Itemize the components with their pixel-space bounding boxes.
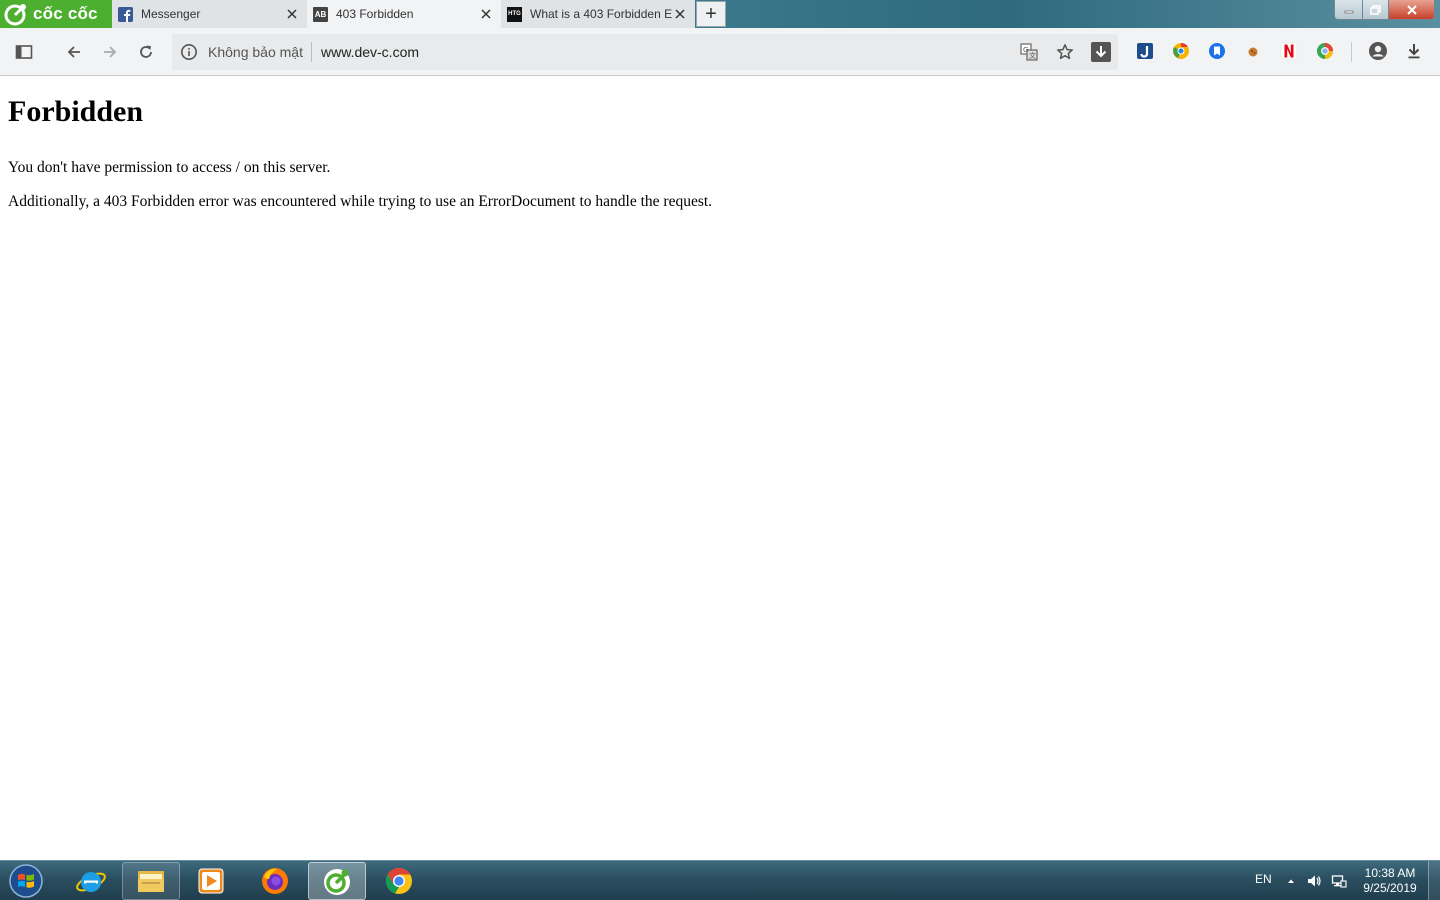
coccoc-icon <box>324 869 350 895</box>
speaker-icon <box>1308 875 1321 887</box>
color-wheel-icon <box>1317 43 1333 59</box>
coccoc-menu-button[interactable]: cốc cốc <box>0 0 112 28</box>
download-icon <box>1408 44 1420 59</box>
download-box-icon <box>1091 42 1111 62</box>
close-icon <box>1406 4 1417 15</box>
reload-icon <box>140 45 152 58</box>
profile-button[interactable] <box>1368 41 1388 61</box>
address-bar[interactable]: Không bảo mật www.dev-c.com G文 <box>172 34 1118 70</box>
reload-button[interactable] <box>134 40 158 64</box>
back-button[interactable] <box>62 40 86 64</box>
minimize-button[interactable] <box>1334 0 1363 20</box>
star-icon <box>1057 44 1073 60</box>
volume-button[interactable] <box>1306 873 1322 889</box>
close-window-button[interactable] <box>1388 0 1435 20</box>
internet-explorer-icon <box>76 872 106 892</box>
extension-cookie[interactable] <box>1243 41 1263 61</box>
extension-netflix[interactable] <box>1279 41 1299 61</box>
windows-logo-icon <box>9 864 43 898</box>
j-extension-icon <box>1137 43 1153 59</box>
sidebar-toggle-button[interactable] <box>12 40 36 64</box>
chrome-icon <box>385 867 412 894</box>
clock-date: 9/25/2019 <box>1363 881 1417 895</box>
start-button[interactable] <box>4 862 48 900</box>
savior-download-button[interactable] <box>1089 40 1113 64</box>
bookmark-button[interactable] <box>1053 40 1077 64</box>
chevron-up-icon <box>1288 879 1294 883</box>
arrow-left-icon <box>67 46 80 58</box>
clock-time: 10:38 AM <box>1364 866 1416 880</box>
system-clock[interactable]: 10:38 AM 9/25/2019 <box>1356 866 1424 896</box>
taskbar-firefox[interactable] <box>246 862 304 900</box>
windows-taskbar: EN 10:38 AM 9/25/2019 <box>0 860 1440 900</box>
coccoc-logo-icon <box>4 4 26 26</box>
downloads-button[interactable] <box>1404 41 1424 61</box>
arrow-right-icon <box>104 46 117 58</box>
error-message: You don't have permission to access / on… <box>8 159 331 176</box>
account-icon <box>1369 42 1387 60</box>
taskbar-chrome[interactable] <box>370 862 428 900</box>
browser-toolbar: Không bảo mật www.dev-c.com G文 <box>0 28 1440 76</box>
taskbar-coccoc[interactable] <box>308 862 366 900</box>
chrome-extension-icon <box>1173 42 1189 59</box>
folder-icon <box>138 871 164 892</box>
forward-button[interactable] <box>98 40 122 64</box>
svg-text:G: G <box>1023 46 1028 54</box>
toolbar-separator <box>1351 42 1352 62</box>
maximize-button[interactable] <box>1362 0 1389 20</box>
svg-text:文: 文 <box>1029 51 1036 60</box>
taskbar-file-explorer[interactable] <box>122 862 180 900</box>
ab-icon: AB <box>313 6 328 22</box>
tab-title: Messenger <box>141 7 201 21</box>
network-icon <box>1331 875 1347 888</box>
show-desktop-button[interactable] <box>1428 861 1440 900</box>
netflix-icon <box>1280 42 1298 60</box>
cookie-icon <box>1248 47 1258 57</box>
blue-badge-icon <box>1209 43 1225 59</box>
network-button[interactable] <box>1331 873 1347 889</box>
htg-icon: HTG <box>507 6 522 22</box>
extension-chrome-color[interactable] <box>1171 41 1191 61</box>
facebook-icon <box>118 6 133 22</box>
taskbar-media-player[interactable] <box>182 862 240 900</box>
show-hidden-icons-button[interactable] <box>1283 873 1299 889</box>
minimize-icon <box>1344 10 1353 13</box>
tab-title: 403 Forbidden <box>336 7 414 21</box>
translate-button[interactable]: G文 <box>1017 40 1041 64</box>
tab-messenger[interactable]: Messenger <box>112 0 307 28</box>
firefox-icon <box>262 868 288 894</box>
taskbar-internet-explorer[interactable] <box>62 862 120 900</box>
tab-title: What is a 403 Forbidden E <box>530 7 673 21</box>
extension-j[interactable] <box>1135 41 1155 61</box>
tab-403-forbidden[interactable]: AB 403 Forbidden <box>307 0 501 28</box>
tab-what-is-403[interactable]: HTG What is a 403 Forbidden E <box>501 0 695 28</box>
error-detail: Additionally, a 403 Forbidden error was … <box>8 193 713 210</box>
restore-icon <box>1370 4 1381 15</box>
extension-google-color[interactable] <box>1315 41 1335 61</box>
page-heading: Forbidden <box>8 95 144 128</box>
divider <box>311 42 312 62</box>
brand-name: cốc cốc <box>33 4 98 23</box>
close-tab-icon[interactable] <box>673 7 687 21</box>
new-tab-button[interactable]: + <box>696 1 726 27</box>
sidebar-icon <box>15 45 33 59</box>
translate-icon: G文 <box>1020 43 1038 61</box>
close-tab-icon[interactable] <box>479 7 493 21</box>
media-player-icon <box>198 868 224 894</box>
security-label: Không bảo mật <box>208 44 303 60</box>
close-tab-icon[interactable] <box>285 7 299 21</box>
url-text[interactable]: www.dev-c.com <box>321 44 419 60</box>
info-icon[interactable] <box>180 43 198 61</box>
language-indicator[interactable]: EN <box>1255 872 1272 886</box>
extension-blue-badge[interactable] <box>1207 41 1227 61</box>
page-content: Forbidden You don't have permission to a… <box>0 77 1440 860</box>
title-bar: cốc cốc Messenger AB 403 Forbidden HTG W… <box>0 0 1440 28</box>
